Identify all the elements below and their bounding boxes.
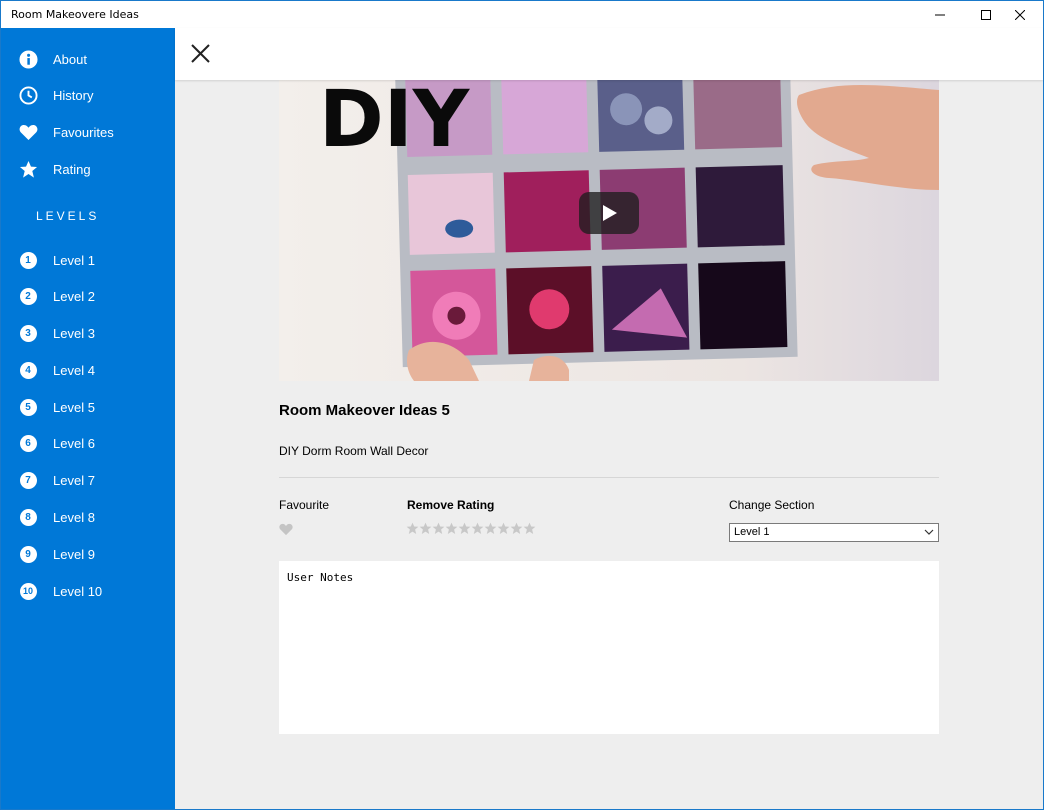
sidebar-item-label: Level 4 xyxy=(53,362,95,378)
star-rating[interactable] xyxy=(406,522,536,535)
window-title: Room Makeovere Ideas xyxy=(11,8,139,21)
minimize-icon xyxy=(935,14,945,15)
sidebar-item-label: Rating xyxy=(53,161,91,177)
level-number-badge: 5 xyxy=(19,398,37,416)
maximize-icon xyxy=(981,9,991,20)
sidebar-item-label: Level 5 xyxy=(53,399,95,415)
star-icon[interactable] xyxy=(484,522,497,535)
play-icon xyxy=(603,205,617,221)
sidebar-item-level-1[interactable]: 1 Level 1 xyxy=(1,243,175,277)
level-number-badge: 1 xyxy=(19,251,37,269)
sidebar-item-label: About xyxy=(53,51,87,67)
user-notes-placeholder: User Notes xyxy=(287,571,354,584)
user-notes-input[interactable]: User Notes xyxy=(279,561,939,734)
sidebar: About History Favourites Rating LEVELS 1… xyxy=(1,28,175,809)
star-icon[interactable] xyxy=(510,522,523,535)
change-section-label: Change Section xyxy=(729,498,815,512)
section-select[interactable]: Level 1 xyxy=(729,523,939,542)
level-number-badge: 2 xyxy=(19,287,37,305)
heart-outline-icon xyxy=(279,523,293,536)
star-icon[interactable] xyxy=(458,522,471,535)
sidebar-item-label: Level 7 xyxy=(53,472,95,488)
level-number-badge: 4 xyxy=(19,361,37,379)
sidebar-item-level-6[interactable]: 6 Level 6 xyxy=(1,426,175,460)
sidebar-item-level-9[interactable]: 9 Level 9 xyxy=(1,537,175,571)
sidebar-item-level-10[interactable]: 10 Level 10 xyxy=(1,574,175,608)
favourite-toggle[interactable] xyxy=(279,523,293,536)
detail-panel: DIY Room Makeover Ideas 5 DIY Dorm Room … xyxy=(175,80,1043,809)
sidebar-item-level-8[interactable]: 8 Level 8 xyxy=(1,500,175,534)
level-number-badge: 8 xyxy=(19,508,37,526)
minimize-button[interactable] xyxy=(917,1,963,28)
sidebar-item-label: Level 1 xyxy=(53,252,95,268)
level-number-badge: 10 xyxy=(19,582,37,600)
sidebar-item-label: Favourites xyxy=(53,124,114,140)
close-window-icon xyxy=(1015,9,1025,20)
star-icon[interactable] xyxy=(419,522,432,535)
sidebar-item-favourites[interactable]: Favourites xyxy=(1,115,175,149)
remove-rating-button[interactable]: Remove Rating xyxy=(407,498,494,512)
sidebar-item-label: Level 8 xyxy=(53,509,95,525)
sidebar-item-level-3[interactable]: 3 Level 3 xyxy=(1,316,175,350)
video-overlay-text: DIY xyxy=(319,80,471,165)
info-icon xyxy=(18,49,38,69)
level-number-badge: 3 xyxy=(19,324,37,342)
sidebar-item-label: Level 2 xyxy=(53,288,95,304)
level-number-badge: 7 xyxy=(19,471,37,489)
section-select-value: Level 1 xyxy=(734,526,770,538)
star-icon[interactable] xyxy=(406,522,419,535)
levels-heading: LEVELS xyxy=(36,209,100,223)
content-header xyxy=(175,28,1043,80)
star-icon[interactable] xyxy=(445,522,458,535)
heart-icon xyxy=(18,122,38,142)
sidebar-item-about[interactable]: About xyxy=(1,42,175,76)
sidebar-item-level-5[interactable]: 5 Level 5 xyxy=(1,390,175,424)
sidebar-item-label: Level 9 xyxy=(53,546,95,562)
level-number-badge: 9 xyxy=(19,545,37,563)
chevron-down-icon xyxy=(924,529,934,535)
level-number-badge: 6 xyxy=(19,434,37,452)
star-icon[interactable] xyxy=(523,522,536,535)
sidebar-item-rating[interactable]: Rating xyxy=(1,152,175,186)
star-icon[interactable] xyxy=(497,522,510,535)
star-icon[interactable] xyxy=(471,522,484,535)
divider xyxy=(279,477,939,478)
sidebar-item-label: Level 3 xyxy=(53,325,95,341)
close-window-button[interactable] xyxy=(997,1,1043,28)
sidebar-item-level-2[interactable]: 2 Level 2 xyxy=(1,279,175,313)
sidebar-item-level-4[interactable]: 4 Level 4 xyxy=(1,353,175,387)
close-detail-button[interactable] xyxy=(189,42,213,66)
sidebar-item-label: History xyxy=(53,87,94,103)
sidebar-item-label: Level 10 xyxy=(53,583,103,599)
title-bar: Room Makeovere Ideas xyxy=(1,1,1043,28)
sidebar-item-history[interactable]: History xyxy=(1,78,175,112)
star-icon[interactable] xyxy=(432,522,445,535)
close-icon xyxy=(191,44,210,63)
favourite-label: Favourite xyxy=(279,498,330,512)
video-player[interactable]: DIY xyxy=(279,80,939,381)
item-title: Room Makeover Ideas 5 xyxy=(279,402,450,419)
play-button[interactable] xyxy=(579,192,639,234)
sidebar-item-level-7[interactable]: 7 Level 7 xyxy=(1,463,175,497)
item-description: DIY Dorm Room Wall Decor xyxy=(279,444,429,458)
star-icon xyxy=(18,159,38,179)
sidebar-item-label: Level 6 xyxy=(53,435,95,451)
clock-icon xyxy=(18,85,38,105)
